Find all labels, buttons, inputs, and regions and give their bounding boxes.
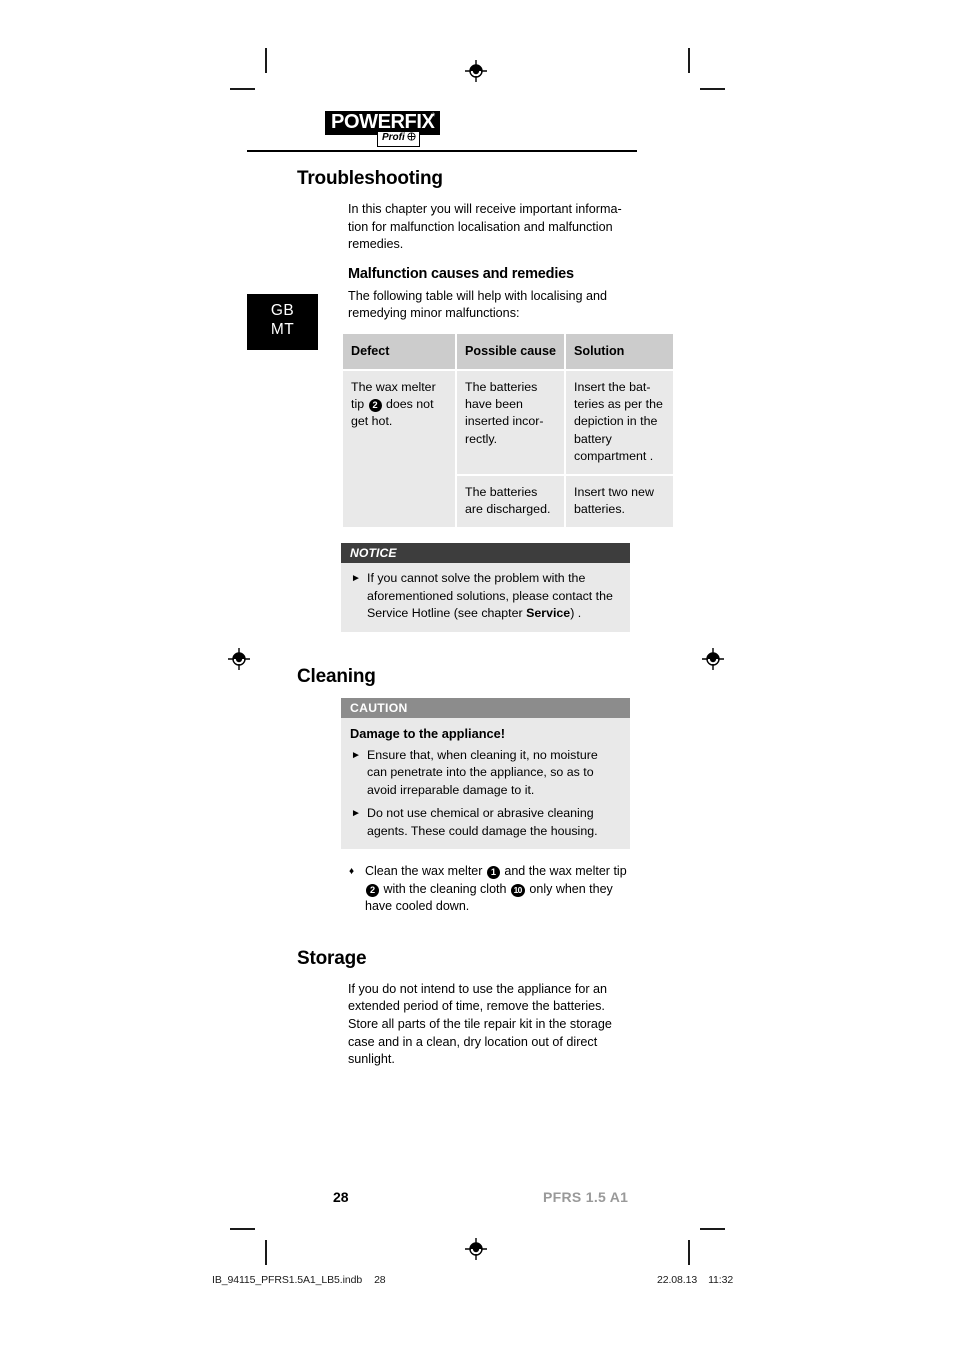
crop-mark-top-right-vertical xyxy=(688,48,690,73)
part-ref-1-icon: 1 xyxy=(486,866,500,880)
part-ref-2-icon: 2 xyxy=(368,399,382,413)
table-cell-cause: The batteries have been inserted incor-r… xyxy=(457,370,564,474)
page-title-cleaning: Cleaning xyxy=(297,665,376,687)
caution-item-text: Ensure that, when cleaning it, no moistu… xyxy=(367,748,598,797)
crop-mark-bottom-left-horizontal xyxy=(230,1228,255,1230)
page-title-storage: Storage xyxy=(297,947,367,969)
notice-text-post: ) . xyxy=(570,606,582,621)
part-ref-2-icon: 2 xyxy=(366,883,379,897)
crop-mark-bottom-right-vertical xyxy=(688,1240,690,1265)
table-cell-solution: Insert the bat-teries as per the depicti… xyxy=(566,370,673,474)
registration-mark-right xyxy=(702,648,724,670)
list-item: ♦ Clean the wax melter 1 and the wax melt… xyxy=(349,863,637,916)
malfunction-intro: The following table will help with local… xyxy=(348,288,608,321)
crop-mark-top-left-vertical xyxy=(265,48,267,73)
notice-emphasis-service: Service xyxy=(526,606,571,621)
storage-body: If you do not intend to use the applianc… xyxy=(348,981,612,1067)
content-column: Troubleshooting In this chapter you will… xyxy=(297,168,673,1081)
print-meta-timestamp: 22.08.13 11:32 xyxy=(657,1274,733,1286)
print-meta-file: IB_94115_PFRS1.5A1_LB5.indb 28 xyxy=(212,1274,386,1286)
registration-mark-top xyxy=(465,60,487,82)
print-meta-file-number: 28 xyxy=(374,1274,386,1286)
arrow-bullet-icon: ► xyxy=(351,808,361,820)
crosshair-circle-icon xyxy=(407,132,416,145)
crop-mark-top-right-horizontal xyxy=(700,88,725,90)
arrow-bullet-icon: ► xyxy=(351,573,361,585)
registration-mark-bottom xyxy=(465,1238,487,1260)
footer-page-number: 28 xyxy=(333,1189,349,1205)
table-header-possible-cause: Possible cause xyxy=(457,333,564,369)
registration-mark-left xyxy=(228,648,250,670)
table-cell-defect: The wax melter tip 2 does not get hot. xyxy=(343,370,455,528)
list-item: ► If you cannot solve the problem with th… xyxy=(350,570,620,622)
caution-item-text: Do not use chemical or abrasive cleaning… xyxy=(367,806,598,838)
document-page: POWERFIX * Profi GB MT Troubleshooting I… xyxy=(0,0,954,1350)
page-title-troubleshooting: Troubleshooting xyxy=(297,168,443,189)
caution-callout: CAUTION Damage to the appliance! ► Ensure… xyxy=(341,697,630,850)
crop-mark-bottom-right-horizontal xyxy=(700,1228,725,1230)
crop-mark-bottom-left-vertical xyxy=(265,1240,267,1265)
table-header-solution: Solution xyxy=(566,333,673,369)
table-row: The wax melter tip 2 does not get hot. T… xyxy=(343,370,673,528)
table-header-row: Defect Possible cause Solution xyxy=(343,333,673,369)
cleaning-step-part2: and the wax melter tip xyxy=(500,864,627,879)
diamond-bullet-icon: ♦ xyxy=(349,866,355,878)
notice-item-list: ► If you cannot solve the problem with th… xyxy=(350,570,620,622)
cleaning-step-list: ♦ Clean the wax melter 1 and the wax melt… xyxy=(297,863,637,916)
table-cell-solution: Insert two new batteries. xyxy=(566,475,673,528)
troubleshooting-intro: In this chapter you will receive importa… xyxy=(348,202,622,252)
caution-lead-text: Damage to the appliance! xyxy=(350,725,506,741)
cleaning-step-part1: Clean the wax melter xyxy=(365,864,486,879)
print-meta-date: 22.08.13 xyxy=(657,1274,698,1286)
list-item: ► Do not use chemical or abrasive cleanin… xyxy=(350,805,620,840)
crop-mark-top-left-horizontal xyxy=(230,88,255,90)
list-item: ► Ensure that, when cleaning it, no moist… xyxy=(350,747,620,799)
notice-callout: NOTICE ► If you cannot solve the problem … xyxy=(341,543,630,632)
notice-callout-header: NOTICE xyxy=(341,543,630,564)
footer-model-name: PFRS 1.5 A1 xyxy=(543,1189,629,1205)
part-ref-10-icon: 10 xyxy=(510,883,525,897)
cleaning-step-part3: with the cleaning cloth xyxy=(380,881,510,896)
subsection-title-malfunction-causes: Malfunction causes and remedies xyxy=(348,265,574,282)
table-header-defect: Defect xyxy=(343,333,455,369)
brand-superscript-icon: * xyxy=(431,111,436,123)
brand-logo: POWERFIX * Profi xyxy=(325,111,457,147)
print-meta-filename: IB_94115_PFRS1.5A1_LB5.indb xyxy=(212,1274,363,1286)
print-meta-time: 11:32 xyxy=(708,1274,734,1286)
troubleshooting-table-wrap: Defect Possible cause Solution The wax m… xyxy=(297,332,673,529)
notice-callout-body: ► If you cannot solve the problem with th… xyxy=(341,563,630,631)
brand-sub-label: Profi xyxy=(382,132,405,143)
brand-sub-badge: Profi xyxy=(377,131,420,147)
troubleshooting-table: Defect Possible cause Solution The wax m… xyxy=(341,332,675,529)
header-divider xyxy=(247,150,637,152)
caution-callout-body: Damage to the appliance! ► Ensure that, w… xyxy=(341,718,630,849)
caution-callout-header: CAUTION xyxy=(341,697,630,718)
caution-item-list: ► Ensure that, when cleaning it, no moist… xyxy=(350,747,620,840)
arrow-bullet-icon: ► xyxy=(351,750,361,762)
table-cell-cause: The batteries are discharged. xyxy=(457,475,564,528)
